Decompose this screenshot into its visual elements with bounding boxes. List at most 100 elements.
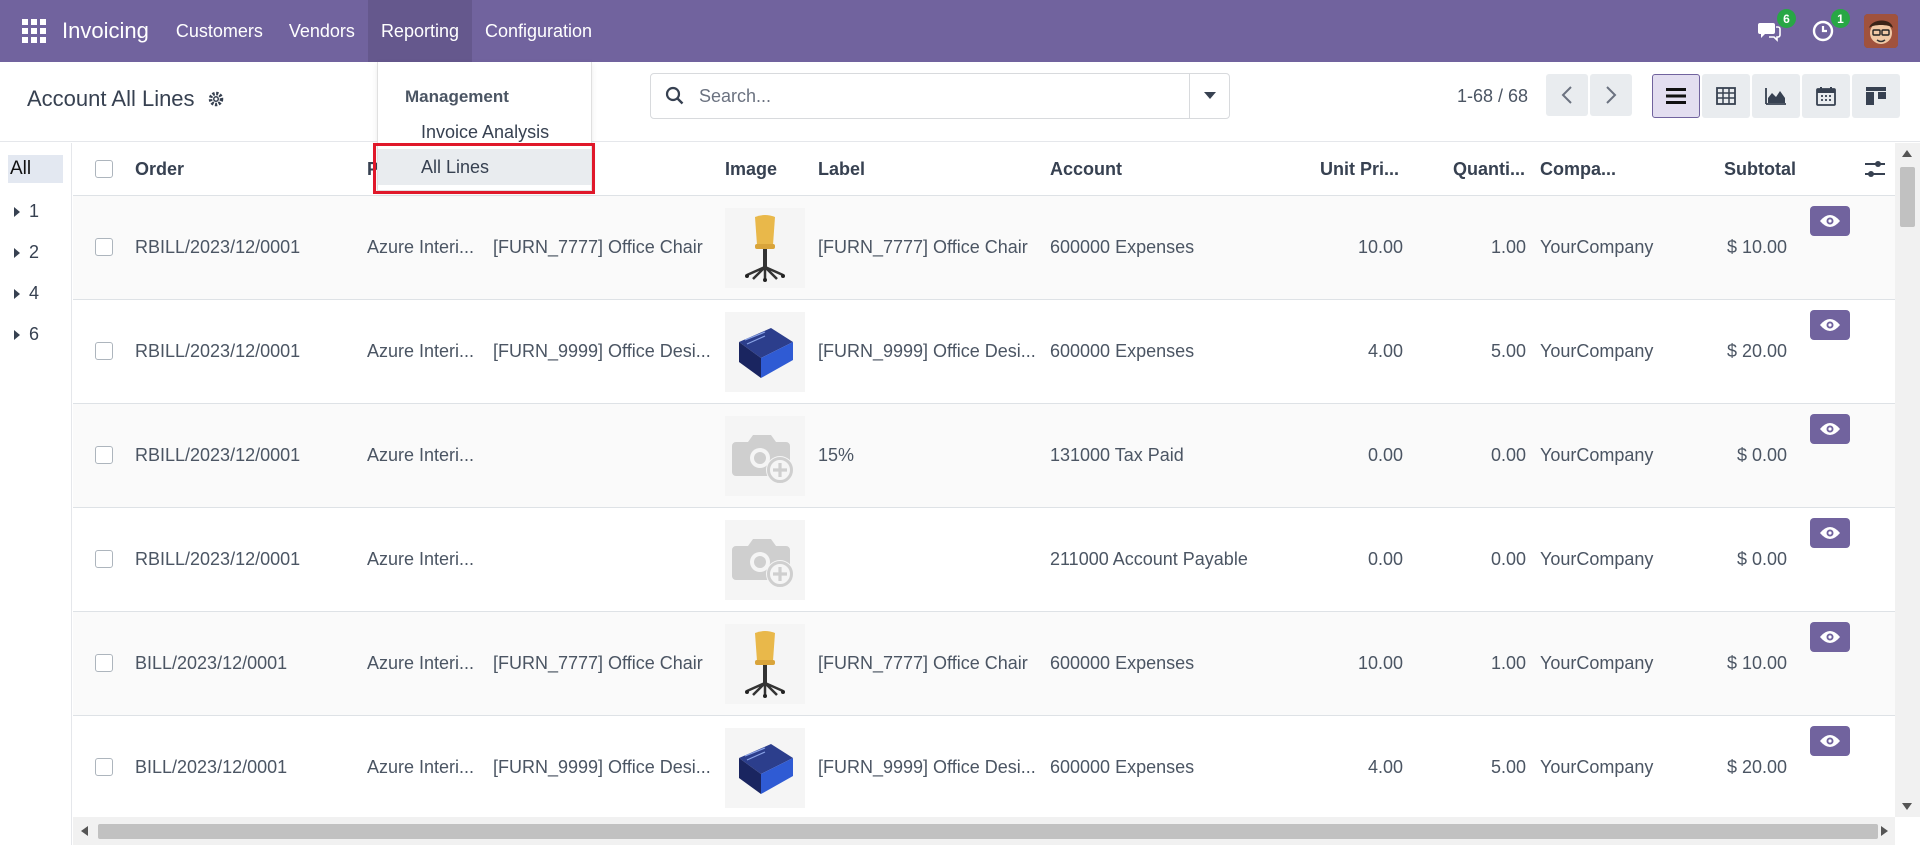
pager-next-button[interactable] [1590,74,1632,116]
top-navbar: Invoicing Customers Vendors Reporting Co… [0,0,1920,62]
book-image[interactable] [725,312,805,392]
column-header-account[interactable]: Account [1050,159,1122,180]
cell-order: RBILL/2023/12/0001 [135,237,301,257]
cell-unit-price: 10.00 [1357,237,1403,257]
cell-product: [FURN_7777] Office Chair [493,237,703,257]
vertical-scrollbar[interactable] [1895,143,1920,817]
chair-image[interactable] [725,624,805,704]
kanban-view-button[interactable] [1852,74,1900,118]
list-view-button[interactable] [1652,74,1700,118]
column-header-quantity[interactable]: Quanti... [1453,159,1525,180]
cell-company: YourCompany [1540,237,1654,257]
reporting-dropdown-menu: Management Invoice Analysis All Lines [377,62,592,191]
eye-icon [1820,631,1840,643]
placeholder-camera-icon[interactable] [725,520,805,600]
search-panel-item[interactable]: 4 [0,273,71,314]
search-panel: All 1 2 4 6 [0,143,72,845]
pager-previous-button[interactable] [1546,74,1588,116]
cell-quantity: 5.00 [1490,757,1526,777]
cell-company: YourCompany [1540,341,1654,361]
table-row[interactable]: RBILL/2023/12/0001 Azure Interi... 21100… [73,508,1895,612]
search-panel-item[interactable]: 2 [0,232,71,273]
column-header-subtotal[interactable]: Subtotal [1724,159,1796,180]
search-input[interactable] [699,85,1189,107]
row-checkbox[interactable] [95,550,113,568]
cell-unit-price: 0.00 [1367,549,1403,569]
cell-quantity: 0.00 [1490,549,1526,569]
select-all-checkbox[interactable] [95,160,113,178]
activities-badge: 1 [1831,9,1850,28]
eye-icon [1820,527,1840,539]
table-row[interactable]: RBILL/2023/12/0001 Azure Interi... 15% 1… [73,404,1895,508]
menu-reporting[interactable]: Reporting [367,0,472,62]
book-image[interactable] [725,728,805,808]
eye-icon [1820,735,1840,747]
menu-item-invoice-analysis[interactable]: Invoice Analysis [378,114,591,150]
view-line-button[interactable] [1810,726,1850,756]
view-line-button[interactable] [1810,622,1850,652]
menu-customers[interactable]: Customers [163,0,276,62]
apps-grid-icon[interactable] [22,19,48,43]
menu-vendors[interactable]: Vendors [276,0,368,62]
table-header: Order P Image Label Account Unit Pri... … [73,143,1895,196]
calendar-view-button[interactable] [1802,74,1850,118]
row-checkbox[interactable] [95,238,113,256]
user-avatar[interactable] [1864,14,1898,48]
cell-label: [FURN_7777] Office Chair [818,653,1028,673]
search-panel-item[interactable]: 1 [0,191,71,232]
row-checkbox[interactable] [95,758,113,776]
view-line-button[interactable] [1810,206,1850,236]
table-row[interactable]: RBILL/2023/12/0001 Azure Interi... [FURN… [73,196,1895,300]
cell-quantity: 1.00 [1490,653,1526,673]
placeholder-camera-icon[interactable] [725,416,805,496]
caret-right-icon [14,288,20,299]
area-chart-icon [1765,88,1786,105]
cell-label: [FURN_9999] Office Desi... [818,757,1036,777]
app-brand[interactable]: Invoicing [62,18,149,44]
cell-subtotal: $ 0.00 [1736,549,1787,569]
menu-item-all-lines[interactable]: All Lines [378,149,591,185]
column-header-unit-price[interactable]: Unit Pri... [1320,159,1399,180]
cell-account: 131000 Tax Paid [1050,445,1184,465]
cell-label: 15% [818,445,855,465]
row-checkbox[interactable] [95,446,113,464]
table-icon [1716,87,1736,105]
cell-account: 600000 Expenses [1050,237,1195,257]
table-row[interactable]: RBILL/2023/12/0001 Azure Interi... [FURN… [73,300,1895,404]
row-checkbox[interactable] [95,342,113,360]
view-line-button[interactable] [1810,414,1850,444]
column-header-order[interactable]: Order [135,159,184,180]
activities-button[interactable]: 1 [1810,9,1850,44]
column-header-company[interactable]: Compa... [1540,159,1616,180]
graph-view-button[interactable] [1752,74,1800,118]
view-line-button[interactable] [1810,310,1850,340]
caret-down-icon [1203,92,1216,99]
horizontal-scrollbar-thumb[interactable] [98,824,1878,839]
vertical-scrollbar-thumb[interactable] [1900,167,1915,227]
search-panel-item-all[interactable]: All [8,155,63,183]
table-row[interactable]: BILL/2023/12/0001 Azure Interi... [FURN_… [73,612,1895,716]
horizontal-scrollbar[interactable] [73,817,1895,845]
cell-subtotal: $ 0.00 [1736,445,1787,465]
chair-image[interactable] [725,208,805,288]
view-line-button[interactable] [1810,518,1850,548]
column-header-image[interactable]: Image [725,159,777,180]
optional-columns-icon[interactable] [1865,160,1885,178]
cell-order: BILL/2023/12/0001 [135,653,288,673]
gear-icon[interactable] [207,90,225,108]
calendar-icon [1816,87,1836,106]
eye-icon [1820,215,1840,227]
cell-company: YourCompany [1540,549,1654,569]
pager-value[interactable]: 1-68 / 68 [1457,86,1528,107]
menu-configuration[interactable]: Configuration [472,0,605,62]
column-header-label[interactable]: Label [818,159,865,180]
table-row[interactable]: BILL/2023/12/0001 Azure Interi... [FURN_… [73,716,1895,817]
row-checkbox[interactable] [95,654,113,672]
search-options-toggle[interactable] [1189,74,1229,118]
page-title: Account All Lines [27,86,225,112]
cell-quantity: 5.00 [1490,341,1526,361]
search-panel-item[interactable]: 6 [0,314,71,355]
messages-button[interactable]: 6 [1756,9,1796,44]
dropdown-section-header: Management [405,87,509,106]
pivot-view-button[interactable] [1702,74,1750,118]
